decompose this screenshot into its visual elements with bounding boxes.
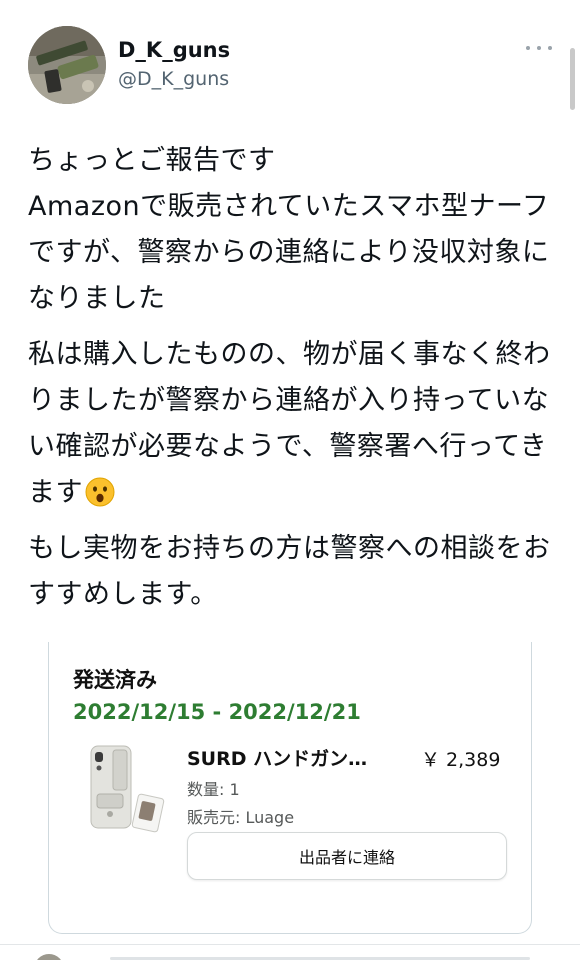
tweet-paragraph-1: ちょっとご報告です Amazonで販売されていたスマホ型ナーフですが、警察からの… — [28, 145, 550, 314]
tweet-header: D_K_guns @D_K_guns — [0, 0, 580, 120]
divider — [0, 944, 580, 945]
tweet-paragraph-3: もし実物をお持ちの方は警察への相談をおすすめします。 — [28, 533, 551, 610]
order-card[interactable]: 発送済み 2022/12/15 - 2022/12/21 SURD ハンドガン…… — [48, 642, 532, 934]
avatar[interactable] — [28, 26, 106, 104]
user-handle[interactable]: @D_K_guns — [118, 68, 229, 90]
next-tweet-avatar[interactable] — [34, 954, 64, 960]
product-price: ￥ 2,389 — [421, 749, 501, 771]
product-name[interactable]: SURD ハンドガン… — [187, 744, 397, 771]
seller: 販売元: Luage — [187, 808, 295, 827]
tweet-text: ちょっとご報告です Amazonで販売されていたスマホ型ナーフですが、警察からの… — [28, 138, 553, 618]
display-name[interactable]: D_K_guns — [118, 38, 230, 62]
product-image[interactable] — [85, 744, 167, 834]
face-open-mouth-icon — [85, 477, 115, 507]
quantity: 数量: 1 — [187, 780, 240, 799]
delivery-dates: 2022/12/15 - 2022/12/21 — [73, 700, 361, 724]
tweet-paragraph-2: 私は購入したものの、物が届く事なく終わりましたが警察から連絡が入り持っていない確… — [28, 332, 553, 516]
more-options-icon[interactable] — [526, 38, 552, 58]
shipping-status: 発送済み — [73, 668, 157, 692]
contact-seller-button[interactable]: 出品者に連絡 — [187, 832, 507, 880]
scrollbar[interactable] — [570, 48, 575, 110]
avatar-image — [28, 26, 106, 104]
